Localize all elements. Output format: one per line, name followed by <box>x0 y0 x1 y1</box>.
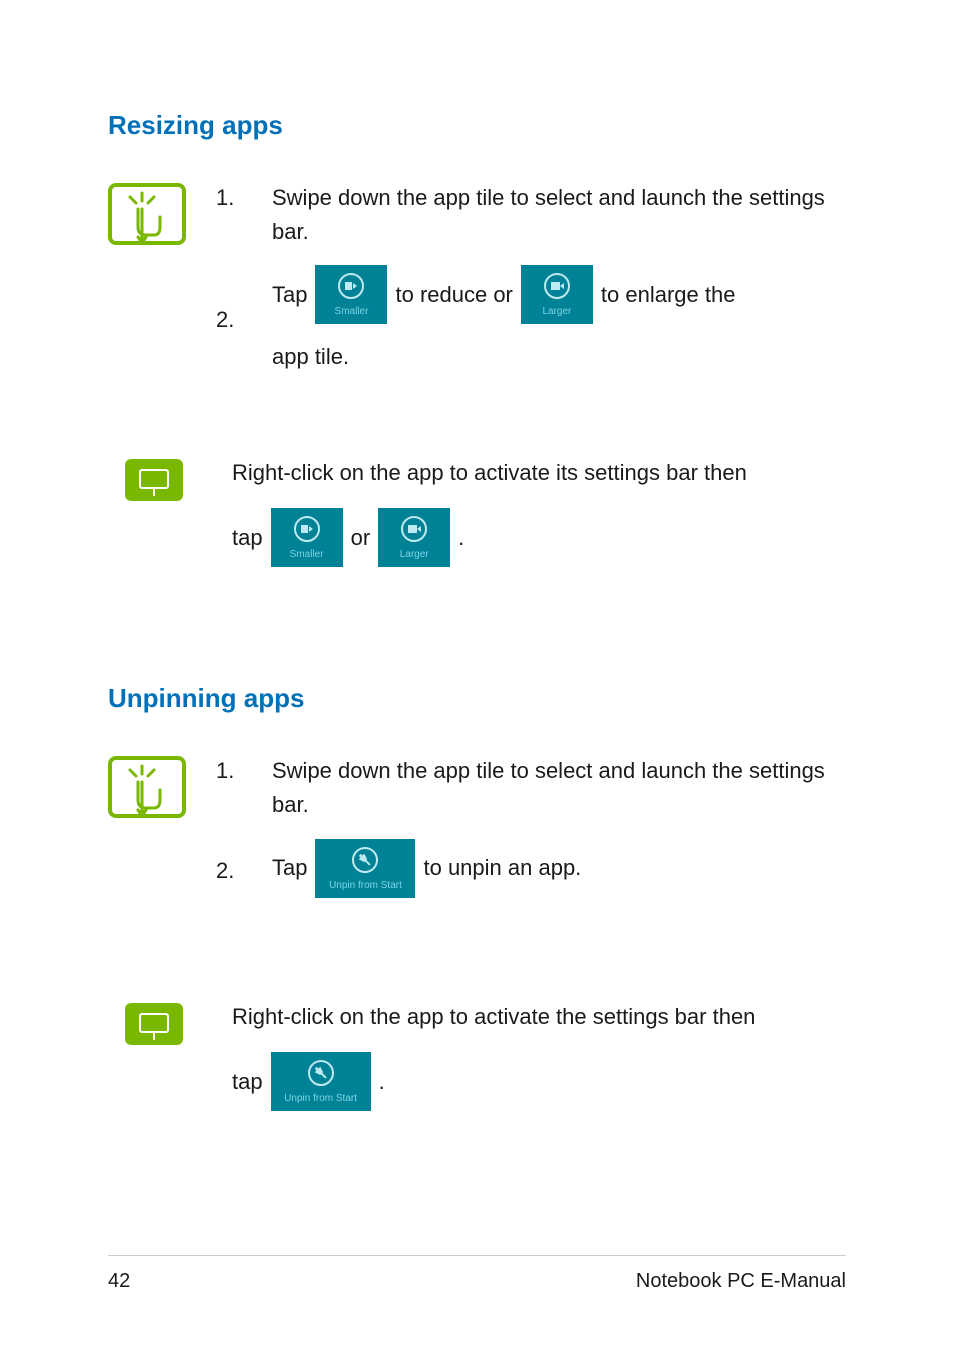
text-fragment: . <box>379 1064 385 1099</box>
resizing-touch-block: 1. Swipe down the app tile to select and… <box>108 181 846 390</box>
touchpad-icon <box>124 1002 184 1046</box>
unpinning-touchpad-block: Right-click on the app to activate the s… <box>108 1000 846 1117</box>
smaller-button: Smaller <box>315 265 387 324</box>
touchpad-icon <box>124 458 184 502</box>
step-text: Swipe down the app tile to select and la… <box>272 754 846 822</box>
text-fragment: Tap <box>272 850 307 885</box>
text-fragment: to unpin an app. <box>423 850 581 885</box>
button-label: Larger <box>386 547 442 563</box>
text-fragment: . <box>458 520 464 555</box>
unpin-button: Unpin from Start <box>315 839 415 898</box>
text-fragment: tap <box>232 520 263 555</box>
step-number: 2. <box>216 307 272 333</box>
instruction-text: Right-click on the app to activate the s… <box>232 1000 846 1034</box>
page-footer: 42 Notebook PC E-Manual <box>108 1255 846 1293</box>
page-number: 42 <box>108 1270 130 1293</box>
button-label: Larger <box>529 304 585 320</box>
heading-resizing: Resizing apps <box>108 110 846 141</box>
touch-gesture-icon <box>108 756 186 818</box>
step-number: 1. <box>216 758 272 784</box>
button-label: Unpin from Start <box>279 1091 363 1107</box>
larger-button: Larger <box>378 508 450 567</box>
larger-button: Larger <box>521 265 593 324</box>
button-label: Smaller <box>279 547 335 563</box>
button-label: Smaller <box>323 304 379 320</box>
text-fragment: or <box>351 520 371 555</box>
heading-unpinning: Unpinning apps <box>108 683 846 714</box>
text-fragment: to enlarge the <box>601 277 736 312</box>
resizing-touchpad-block: Right-click on the app to activate its s… <box>108 456 846 573</box>
button-label: Unpin from Start <box>323 878 407 894</box>
doc-title: Notebook PC E-Manual <box>636 1270 846 1293</box>
text-fragment: to reduce or <box>395 277 512 312</box>
touch-gesture-icon <box>108 183 186 245</box>
step-number: 2. <box>216 858 272 884</box>
step-text: Swipe down the app tile to select and la… <box>272 181 846 249</box>
unpinning-touch-block: 1. Swipe down the app tile to select and… <box>108 754 846 919</box>
text-fragment: Tap <box>272 277 307 312</box>
instruction-text: Right-click on the app to activate its s… <box>232 456 846 490</box>
text-fragment: app tile. <box>272 340 846 374</box>
text-fragment: tap <box>232 1064 263 1099</box>
unpin-button: Unpin from Start <box>271 1052 371 1111</box>
smaller-button: Smaller <box>271 508 343 567</box>
step-number: 1. <box>216 185 272 211</box>
